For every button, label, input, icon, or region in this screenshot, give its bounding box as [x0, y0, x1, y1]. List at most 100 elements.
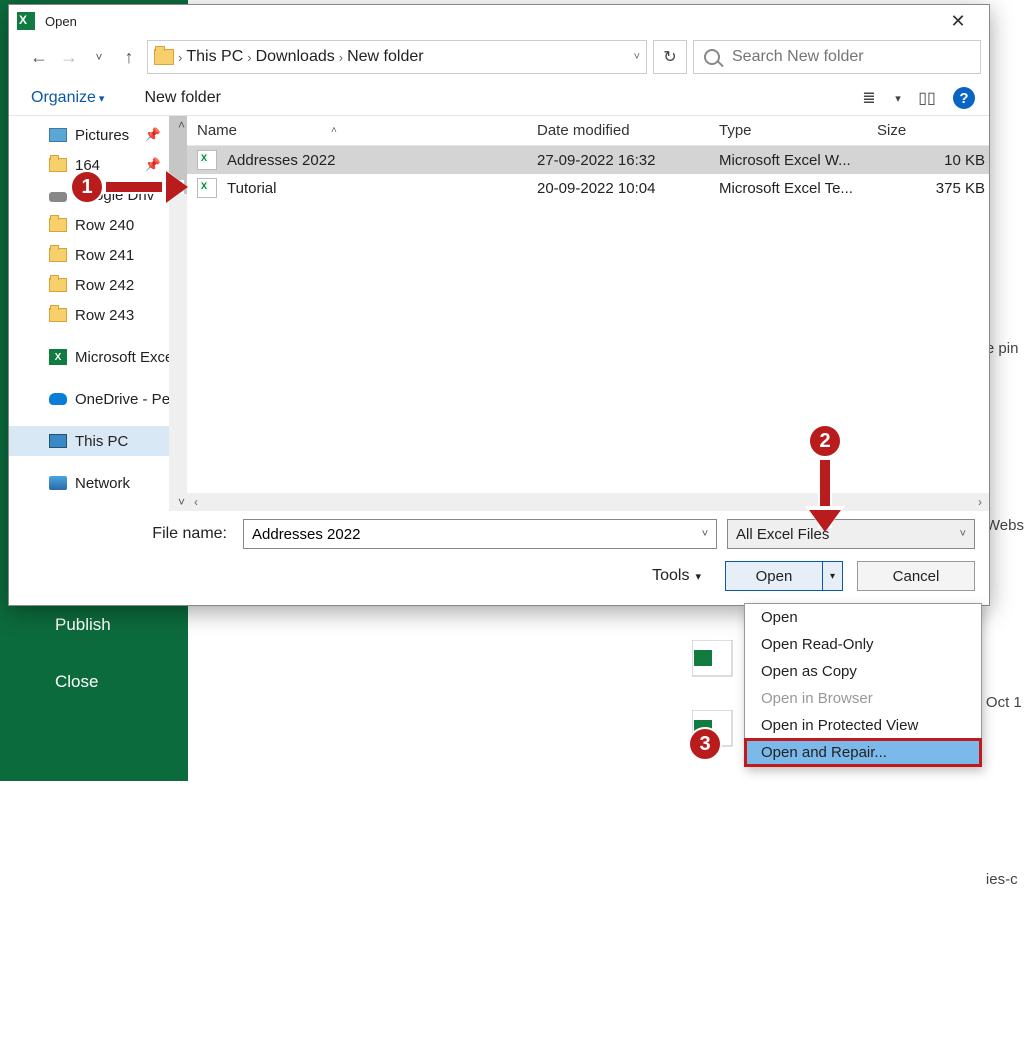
- list-view-icon: ≣: [862, 88, 875, 108]
- bg-scrap: e pin: [986, 340, 1024, 357]
- organize-button[interactable]: Organize ▾: [31, 89, 104, 107]
- breadcrumb-new-folder[interactable]: New folder: [347, 48, 423, 66]
- file-filter-combo[interactable]: All Excel Files ˅: [727, 519, 975, 549]
- tree-item[interactable]: Pictures 📌: [9, 120, 187, 150]
- view-mode-dropdown[interactable]: ▾: [889, 85, 907, 111]
- breadcrumb-this-pc[interactable]: This PC: [186, 48, 243, 66]
- tree-item[interactable]: Network: [9, 468, 187, 498]
- tree-item[interactable]: Row 242: [9, 270, 187, 300]
- pin-icon: 📌: [145, 127, 161, 143]
- tree-item-label: This PC: [75, 433, 128, 450]
- breadcrumb-sep: ›: [247, 50, 251, 65]
- file-name: Addresses 2022: [227, 152, 335, 169]
- callout-badge: 3: [688, 727, 722, 761]
- pin-icon: 📌: [145, 157, 161, 173]
- open-button-main[interactable]: Open: [726, 568, 822, 585]
- tree-item[interactable]: Row 240: [9, 210, 187, 240]
- menu-item[interactable]: Open as Copy: [745, 658, 981, 685]
- tree-item-label: Microsoft Excel: [75, 349, 177, 366]
- tree-item-label: Row 243: [75, 307, 134, 324]
- tree-scroll-up[interactable]: ˄: [178, 118, 185, 132]
- tree-item-label: Row 241: [75, 247, 134, 264]
- tree-item[interactable]: Row 243: [9, 300, 187, 330]
- breadcrumb-downloads[interactable]: Downloads: [256, 48, 335, 66]
- file-row[interactable]: Tutorial 20-09-2022 10:04Microsoft Excel …: [187, 174, 989, 202]
- back-button[interactable]: ←: [27, 45, 51, 69]
- excel-app-icon: X: [17, 12, 35, 30]
- address-bar[interactable]: › This PC › Downloads › New folder ˅: [147, 40, 647, 74]
- cancel-button[interactable]: Cancel: [857, 561, 975, 591]
- tree-item-label: Row 242: [75, 277, 134, 294]
- search-input[interactable]: [730, 47, 970, 67]
- bg-scrap: Webs: [986, 517, 1024, 534]
- tools-button[interactable]: Tools ▾: [652, 567, 701, 585]
- open-dropdown-menu: OpenOpen Read-OnlyOpen as CopyOpen in Br…: [744, 603, 982, 767]
- chevron-down-icon: ▾: [695, 570, 701, 583]
- filename-label: File name:: [23, 525, 233, 543]
- tree-item[interactable]: XMicrosoft Excel: [9, 342, 187, 372]
- bg-scrap: ies-c: [986, 871, 1024, 888]
- bg-text-scraps: e pin Webs Oct 1 ies-c: [986, 340, 1024, 1048]
- history-dropdown[interactable]: ˅: [87, 45, 111, 69]
- tree-item[interactable]: This PC: [9, 426, 187, 456]
- col-date[interactable]: Date modified: [527, 122, 709, 139]
- od-icon: [49, 393, 67, 405]
- folder-icon: [49, 308, 67, 322]
- view-mode-button[interactable]: ≣: [851, 85, 887, 111]
- file-type: Microsoft Excel W...: [709, 152, 867, 169]
- tree-item[interactable]: OneDrive - Perso: [9, 384, 187, 414]
- col-name[interactable]: Name ˄: [187, 122, 527, 139]
- menu-item[interactable]: Open in Protected View: [745, 712, 981, 739]
- sort-indicator-icon: ˄: [331, 125, 337, 136]
- dialog-title: Open: [45, 14, 77, 29]
- up-button[interactable]: ↑: [117, 45, 141, 69]
- tree-item-label: Row 240: [75, 217, 134, 234]
- open-button-dropdown[interactable]: ▾: [822, 562, 842, 590]
- chevron-down-icon: ▾: [99, 92, 105, 105]
- drive-icon: [49, 192, 67, 202]
- new-folder-button[interactable]: New folder: [144, 89, 220, 107]
- command-bar: Organize ▾ New folder ≣ ▾ ▯▯ ?: [9, 81, 989, 115]
- tree-item-label: Pictures: [75, 127, 129, 144]
- hscroll-left[interactable]: ‹: [187, 495, 205, 509]
- close-button[interactable]: ✕: [935, 5, 981, 37]
- callout-badge: 2: [808, 424, 842, 458]
- breadcrumb-sep: ›: [178, 50, 182, 65]
- file-row[interactable]: Addresses 202227-09-2022 16:32Microsoft …: [187, 146, 989, 174]
- tree-item[interactable]: Row 241: [9, 240, 187, 270]
- open-split-button[interactable]: Open ▾: [725, 561, 843, 591]
- folder-icon: [49, 278, 67, 292]
- nav-row: ← → ˅ ↑ › This PC › Downloads › New fold…: [9, 37, 989, 81]
- help-button[interactable]: ?: [953, 87, 975, 109]
- bg-close: Close: [55, 672, 98, 692]
- col-name-label: Name: [197, 122, 237, 139]
- filename-input[interactable]: [244, 526, 694, 543]
- menu-item[interactable]: Open Read-Only: [745, 631, 981, 658]
- address-dropdown[interactable]: ˅: [634, 51, 640, 63]
- menu-item[interactable]: Open: [745, 604, 981, 631]
- titlebar: X Open ✕: [9, 5, 989, 37]
- forward-button[interactable]: →: [57, 45, 81, 69]
- file-date: 20-09-2022 10:04: [527, 180, 709, 197]
- file-hscrollbar[interactable]: ‹ ›: [187, 493, 989, 511]
- arrow-right-icon: [104, 180, 184, 194]
- callout-1: 1: [70, 170, 104, 204]
- col-type[interactable]: Type: [709, 122, 867, 139]
- col-size[interactable]: Size: [867, 122, 989, 139]
- bg-publish: Publish: [55, 615, 111, 635]
- search-box[interactable]: [693, 40, 981, 74]
- file-size: 375 KB: [867, 180, 989, 197]
- preview-pane-button[interactable]: ▯▯: [909, 85, 945, 111]
- file-name: Tutorial: [227, 180, 276, 197]
- menu-item[interactable]: Open and Repair...: [745, 739, 981, 766]
- hscroll-right[interactable]: ›: [971, 495, 989, 509]
- filename-dropdown[interactable]: ˅: [694, 528, 716, 540]
- folder-icon: [154, 49, 174, 65]
- tree-scroll-down[interactable]: ˅: [178, 495, 185, 509]
- file-type: Microsoft Excel Te...: [709, 180, 867, 197]
- tools-label: Tools: [652, 567, 689, 585]
- refresh-button[interactable]: ↻: [653, 40, 687, 74]
- filename-combo[interactable]: ˅: [243, 519, 717, 549]
- folder-icon: [49, 158, 67, 172]
- tree-item-label: Network: [75, 475, 130, 492]
